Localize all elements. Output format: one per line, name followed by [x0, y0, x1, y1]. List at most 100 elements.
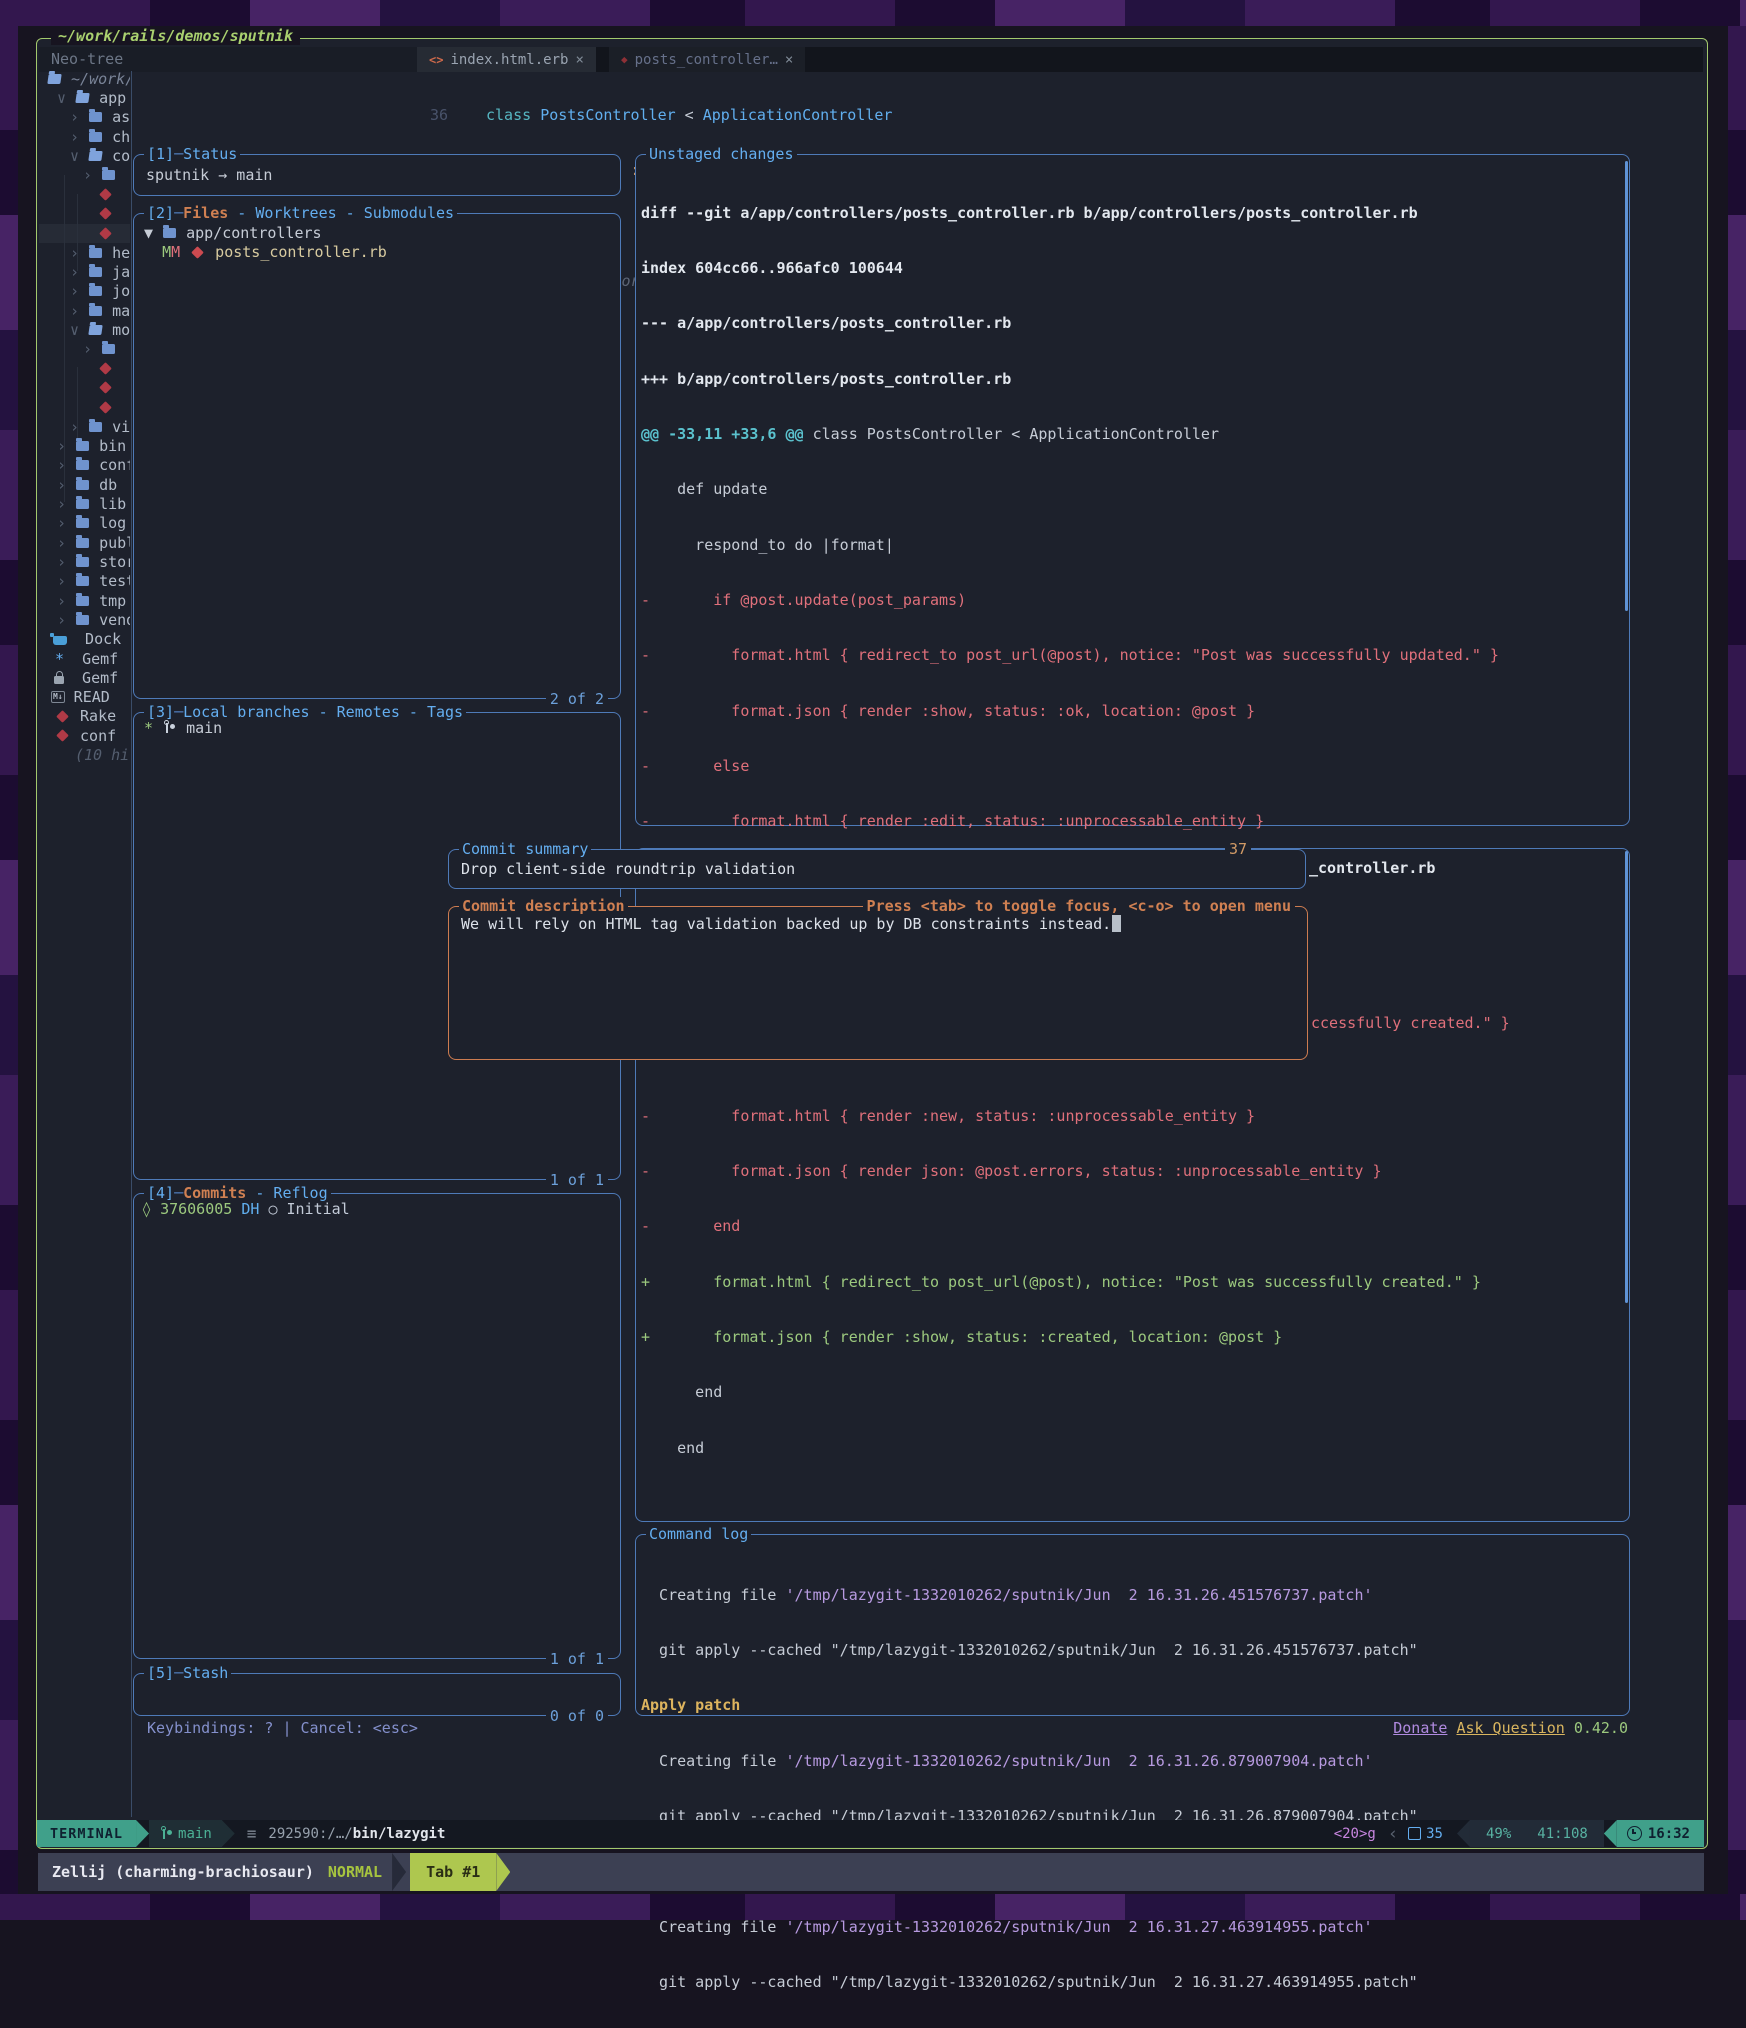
lazygit-unstaged-changes-panel: Unstaged changes diff --git a/app/contro…	[635, 154, 1630, 826]
buffer-name: 292590:/…/bin/lazygit	[268, 1826, 445, 1842]
donate-link[interactable]: Donate	[1393, 1719, 1447, 1737]
tree-item-models[interactable]: ∨ mo	[39, 320, 130, 339]
mode-indicator: TERMINAL	[37, 1820, 136, 1847]
tree-item-readme[interactable]: M↓ READ	[39, 688, 130, 707]
code-file-icon: <>	[429, 53, 443, 67]
box-icon	[1408, 1827, 1421, 1840]
lazygit-files-panel: [2]─Files - Worktrees - Submodules ▼ app…	[133, 213, 621, 699]
powerline-arrow	[1604, 1820, 1617, 1847]
tree-item-config-ru[interactable]: conf	[39, 726, 130, 745]
powerline-arrow	[1457, 1820, 1470, 1847]
window-separator[interactable]	[131, 71, 133, 1817]
tree-item-assets[interactable]: › assets	[39, 108, 130, 127]
lazygit-command-log-panel: Command log Creating file '/tmp/lazygit-…	[635, 1534, 1630, 1716]
stash-count: 0 of 0	[546, 1707, 608, 1725]
tree-item-tmp[interactable]: › tmp	[39, 591, 130, 610]
tree-item-db[interactable]: › db	[39, 475, 130, 494]
statusline-right: <20>g ‹ 35 49% 41:108 16:32	[1334, 1820, 1704, 1847]
commit-description-hint: Press <tab> to toggle focus, <c-o> to op…	[863, 897, 1295, 915]
files-file-row[interactable]: MM posts_controller.rb	[144, 242, 387, 261]
tree-item-ruby-file[interactable]	[39, 204, 130, 223]
stash-panel-title: [5]─Stash	[144, 1664, 231, 1682]
tree-item-mailers[interactable]: › ma	[39, 301, 130, 320]
tree-item-javascript[interactable]: › ja	[39, 262, 130, 281]
zellij-session-name: Zellij (charming-brachiosaur)	[52, 1863, 314, 1881]
lazygit-version: 0.42.0	[1574, 1719, 1628, 1737]
tree-item-storage[interactable]: › stor	[39, 552, 130, 571]
keybindings-hint: Keybindings: ? | Cancel: <esc>	[147, 1718, 418, 1737]
lazygit-commits-panel: [4]─Commits - Reflog ◊ 37606005 DH ○ Ini…	[133, 1193, 621, 1659]
files-directory-row[interactable]: ▼ app/controllers	[144, 223, 387, 242]
tree-item-ruby-file[interactable]	[39, 224, 130, 243]
commit-row[interactable]: ◊ 37606005 DH ○ Initial	[142, 1199, 350, 1218]
powerline-arrow	[136, 1820, 149, 1847]
commit-summary-input[interactable]: Commit summary 37 Drop client-side round…	[448, 849, 1306, 889]
tree-item-folder[interactable]: ›	[39, 166, 130, 185]
tree-item-root[interactable]: ~/work/rails/demos/sputnik	[39, 69, 130, 88]
terminal-window: ~/work/rails/demos/sputnik Neo-tree <> i…	[36, 38, 1708, 1849]
tree-item-ruby-file[interactable]	[39, 359, 130, 378]
zellij-arrow	[496, 1853, 510, 1891]
code-line: 36class PostsController < ApplicationCon…	[400, 105, 1055, 124]
staged-diff-fragment: _controller.rb	[1309, 858, 1435, 877]
neotree-winbar-label: Neo-tree	[51, 50, 123, 68]
tree-item-config[interactable]: › conf	[39, 456, 130, 475]
tab-label: posts_controller…	[635, 52, 778, 68]
zellij-tab-1[interactable]: Tab #1	[410, 1853, 496, 1891]
ask-question-link[interactable]: Ask Question	[1456, 1719, 1564, 1737]
tree-item-jobs[interactable]: › jo	[39, 282, 130, 301]
branches-count: 1 of 1	[546, 1171, 608, 1189]
tree-item-views[interactable]: › vi	[39, 417, 130, 436]
powerline-arrow	[222, 1820, 235, 1847]
files-count: 2 of 2	[546, 690, 608, 708]
tree-item-test[interactable]: › test	[39, 572, 130, 591]
tree-item-vendor[interactable]: › vend	[39, 610, 130, 629]
unstaged-scrollbar[interactable]	[1625, 161, 1628, 611]
lazygit-status-panel: [1]─Status sputnik → main	[133, 154, 621, 196]
commit-summary-char-count: 37	[1225, 840, 1251, 858]
command-log: Creating file '/tmp/lazygit-1332010262/s…	[641, 1549, 1418, 2028]
staged-diff: - format.html { render :new, status: :un…	[641, 1070, 1481, 1493]
tree-item-rakefile[interactable]: Rake	[39, 707, 130, 726]
tree-item-gemfile[interactable]: * Gemf	[39, 649, 130, 668]
branch-row[interactable]: * main	[144, 718, 222, 737]
macro-indicator: <20>g	[1334, 1826, 1376, 1842]
tree-item-log[interactable]: › log	[39, 514, 130, 533]
tree-item-ruby-file[interactable]	[39, 185, 130, 204]
tree-item-bin[interactable]: › bin	[39, 436, 130, 455]
commit-description-input[interactable]: Commit description Press <tab> to toggle…	[448, 906, 1308, 1060]
commits-count: 1 of 1	[546, 1650, 608, 1668]
statusline: TERMINAL main ≡ 292590:/…/bin/lazygit <2…	[37, 1820, 1704, 1847]
command-log-title: Command log	[646, 1525, 751, 1543]
tree-item-helpers[interactable]: › he	[39, 243, 130, 262]
staged-scrollbar[interactable]	[1625, 851, 1628, 1303]
tree-item-public[interactable]: › publ	[39, 533, 130, 552]
tab-close-icon[interactable]: ×	[575, 52, 583, 68]
tree-item-ruby-file[interactable]	[39, 378, 130, 397]
neotree-panel: ~/work/rails/demos/sputnik ∨ app › asset…	[39, 69, 130, 791]
tree-item-dockerfile[interactable]: Dock	[39, 630, 130, 649]
lazygit-footer-links: Donate Ask Question 0.42.0	[1101, 1718, 1628, 1737]
tree-item-app[interactable]: ∨ app	[39, 88, 130, 107]
frame-strip-top	[0, 0, 1746, 26]
tree-item-ruby-file[interactable]	[39, 398, 130, 417]
separator-chevron: ‹	[1388, 1824, 1398, 1844]
ruby-file-icon: ◆	[621, 53, 628, 66]
zellij-arrow	[392, 1853, 406, 1891]
commit-description-title: Commit description	[459, 897, 628, 915]
lines-icon: ≡	[247, 1824, 257, 1843]
tree-item-controllers[interactable]: ∨ co	[39, 146, 130, 165]
lazygit-stash-panel: [5]─Stash 0 of 0	[133, 1673, 621, 1716]
tree-item-lib[interactable]: › lib	[39, 494, 130, 513]
branch-icon	[161, 1827, 172, 1841]
window-title: ~/work/rails/demos/sputnik	[51, 27, 300, 45]
tab-close-icon[interactable]: ×	[785, 52, 793, 68]
tree-item-channels[interactable]: › channels	[39, 127, 130, 146]
staged-diff-fragment: ccessfully created." }	[1311, 1013, 1510, 1032]
zellij-mode: NORMAL	[328, 1863, 382, 1881]
status-branch-row[interactable]: sputnik → main	[146, 155, 272, 195]
clock-icon	[1627, 1826, 1642, 1841]
tree-item-folder[interactable]: ›	[39, 340, 130, 359]
tree-item-gemfile-lock[interactable]: Gemf	[39, 668, 130, 687]
clock-segment: 16:32	[1617, 1820, 1704, 1847]
